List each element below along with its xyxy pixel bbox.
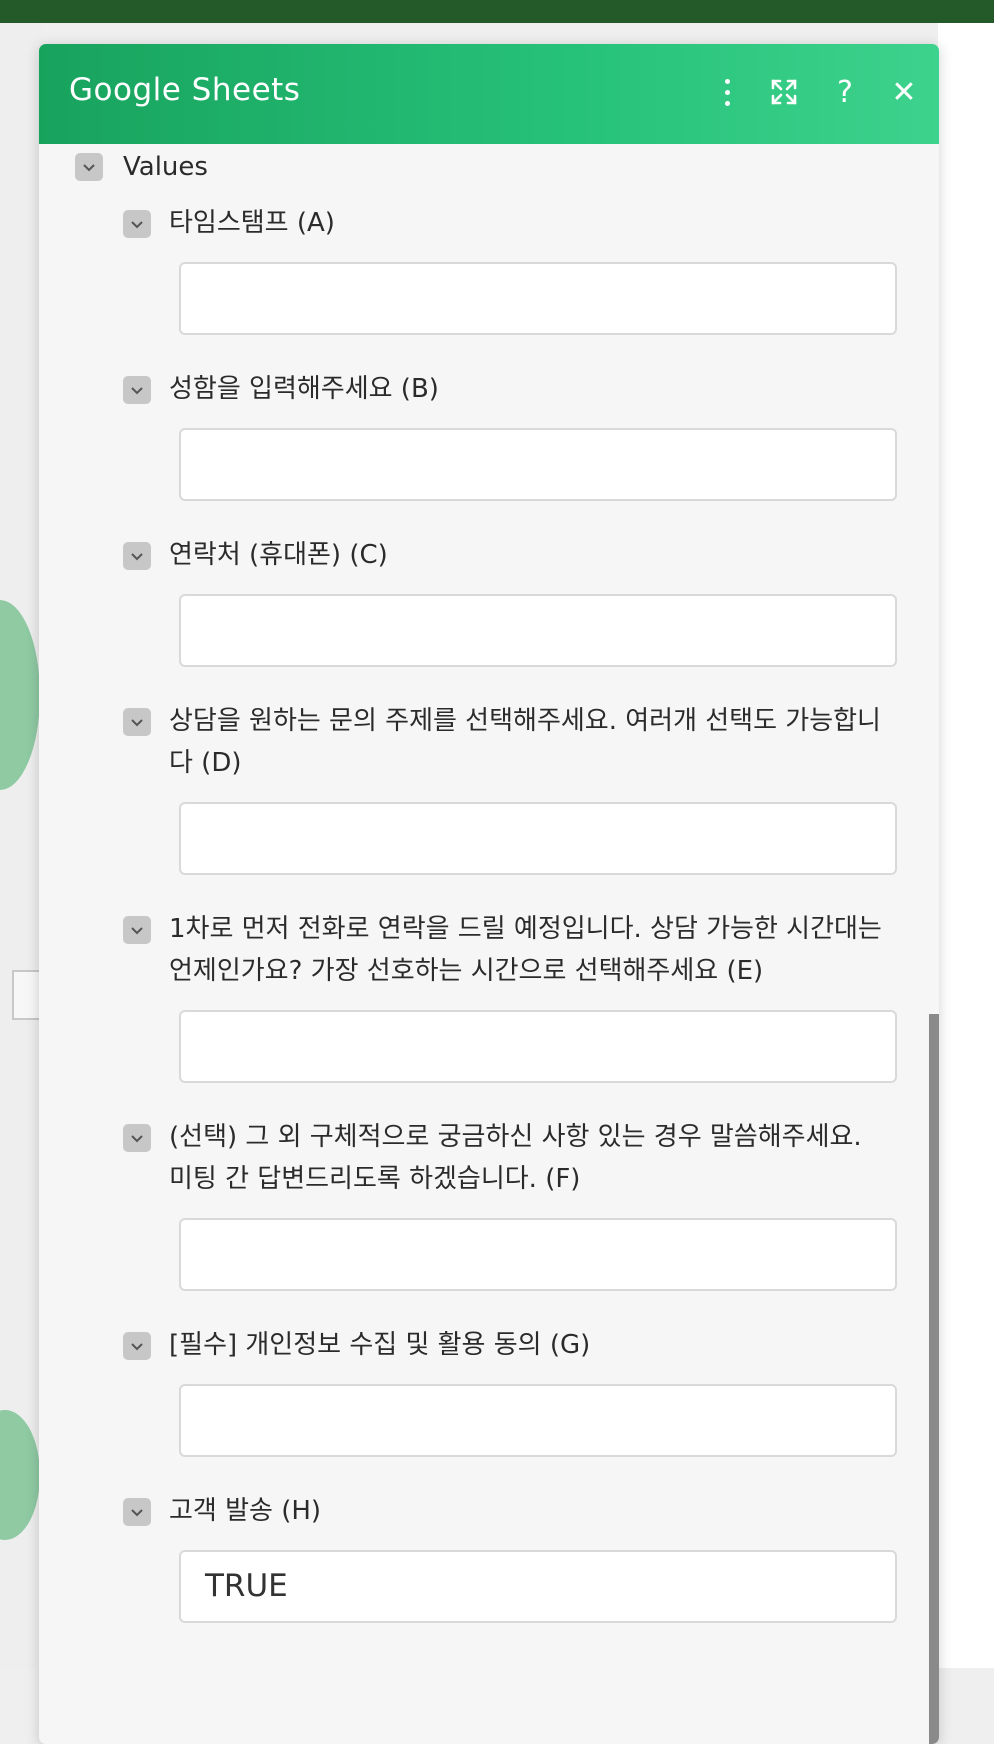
field-d-label-line2: 다 (D): [169, 748, 242, 778]
modal-header: Google Sheets ? ✕: [39, 44, 939, 144]
field-b-input[interactable]: [179, 428, 897, 501]
field-g-input[interactable]: [179, 1384, 897, 1457]
chevron-down-icon: [83, 164, 95, 172]
field-a-input[interactable]: [179, 262, 897, 335]
field-a-toggle[interactable]: [123, 210, 151, 238]
canvas-background-right: [938, 23, 994, 1668]
field-f-label-line2: 미팅 간 답변드리도록 하겠습니다. (F): [169, 1164, 581, 1194]
chevron-down-icon: [131, 1343, 143, 1351]
help-icon[interactable]: ?: [823, 70, 867, 114]
chevron-down-icon: [131, 387, 143, 395]
chevron-down-icon: [131, 553, 143, 561]
field-e-label-line1: 1차로 먼저 전화로 연락을 드릴 예정입니다. 상담 가능한 시간대는: [169, 914, 882, 944]
values-section-label: Values: [123, 152, 208, 182]
chevron-down-icon: [131, 927, 143, 935]
field-c-toggle[interactable]: [123, 542, 151, 570]
field-f-toggle[interactable]: [123, 1124, 151, 1152]
field-e-input[interactable]: [179, 1010, 897, 1083]
field-h-label: 고객 발송 (H): [169, 1496, 322, 1526]
chevron-down-icon: [131, 1509, 143, 1517]
field-f-label-line1: (선택) 그 외 구체적으로 궁금하신 사항 있는 경우 말씀해주세요.: [169, 1122, 862, 1152]
app-top-bar: [0, 0, 994, 23]
field-f-input[interactable]: [179, 1218, 897, 1291]
field-g-label: [필수] 개인정보 수집 및 활용 동의 (G): [169, 1330, 591, 1360]
expand-icon[interactable]: [762, 70, 806, 114]
chevron-down-icon: [131, 1135, 143, 1143]
modal-scrollbar[interactable]: [929, 1014, 939, 1744]
field-h-toggle[interactable]: [123, 1498, 151, 1526]
field-h-input[interactable]: TRUE: [179, 1550, 897, 1623]
modal-title: Google Sheets: [69, 72, 301, 108]
more-vertical-icon[interactable]: [705, 70, 749, 114]
chevron-down-icon: [131, 221, 143, 229]
field-g-toggle[interactable]: [123, 1332, 151, 1360]
chevron-down-icon: [131, 719, 143, 727]
field-c-label: 연락처 (휴대폰) (C): [169, 540, 388, 570]
field-d-input[interactable]: [179, 802, 897, 875]
field-e-label-line2: 언제인가요? 가장 선호하는 시간으로 선택해주세요 (E): [169, 956, 764, 986]
field-a-label: 타임스탬프 (A): [169, 208, 335, 238]
google-sheets-modal: Google Sheets ? ✕ Values 타임스탬프 (A) 성함을 입…: [39, 44, 939, 1744]
field-c-input[interactable]: [179, 594, 897, 667]
field-d-toggle[interactable]: [123, 708, 151, 736]
field-b-label: 성함을 입력해주세요 (B): [169, 374, 439, 404]
close-icon[interactable]: ✕: [882, 70, 926, 114]
field-e-toggle[interactable]: [123, 916, 151, 944]
field-d-label-line1: 상담을 원하는 문의 주제를 선택해주세요. 여러개 선택도 가능합니: [169, 706, 881, 736]
values-collapse-toggle[interactable]: [75, 153, 103, 181]
field-b-toggle[interactable]: [123, 376, 151, 404]
